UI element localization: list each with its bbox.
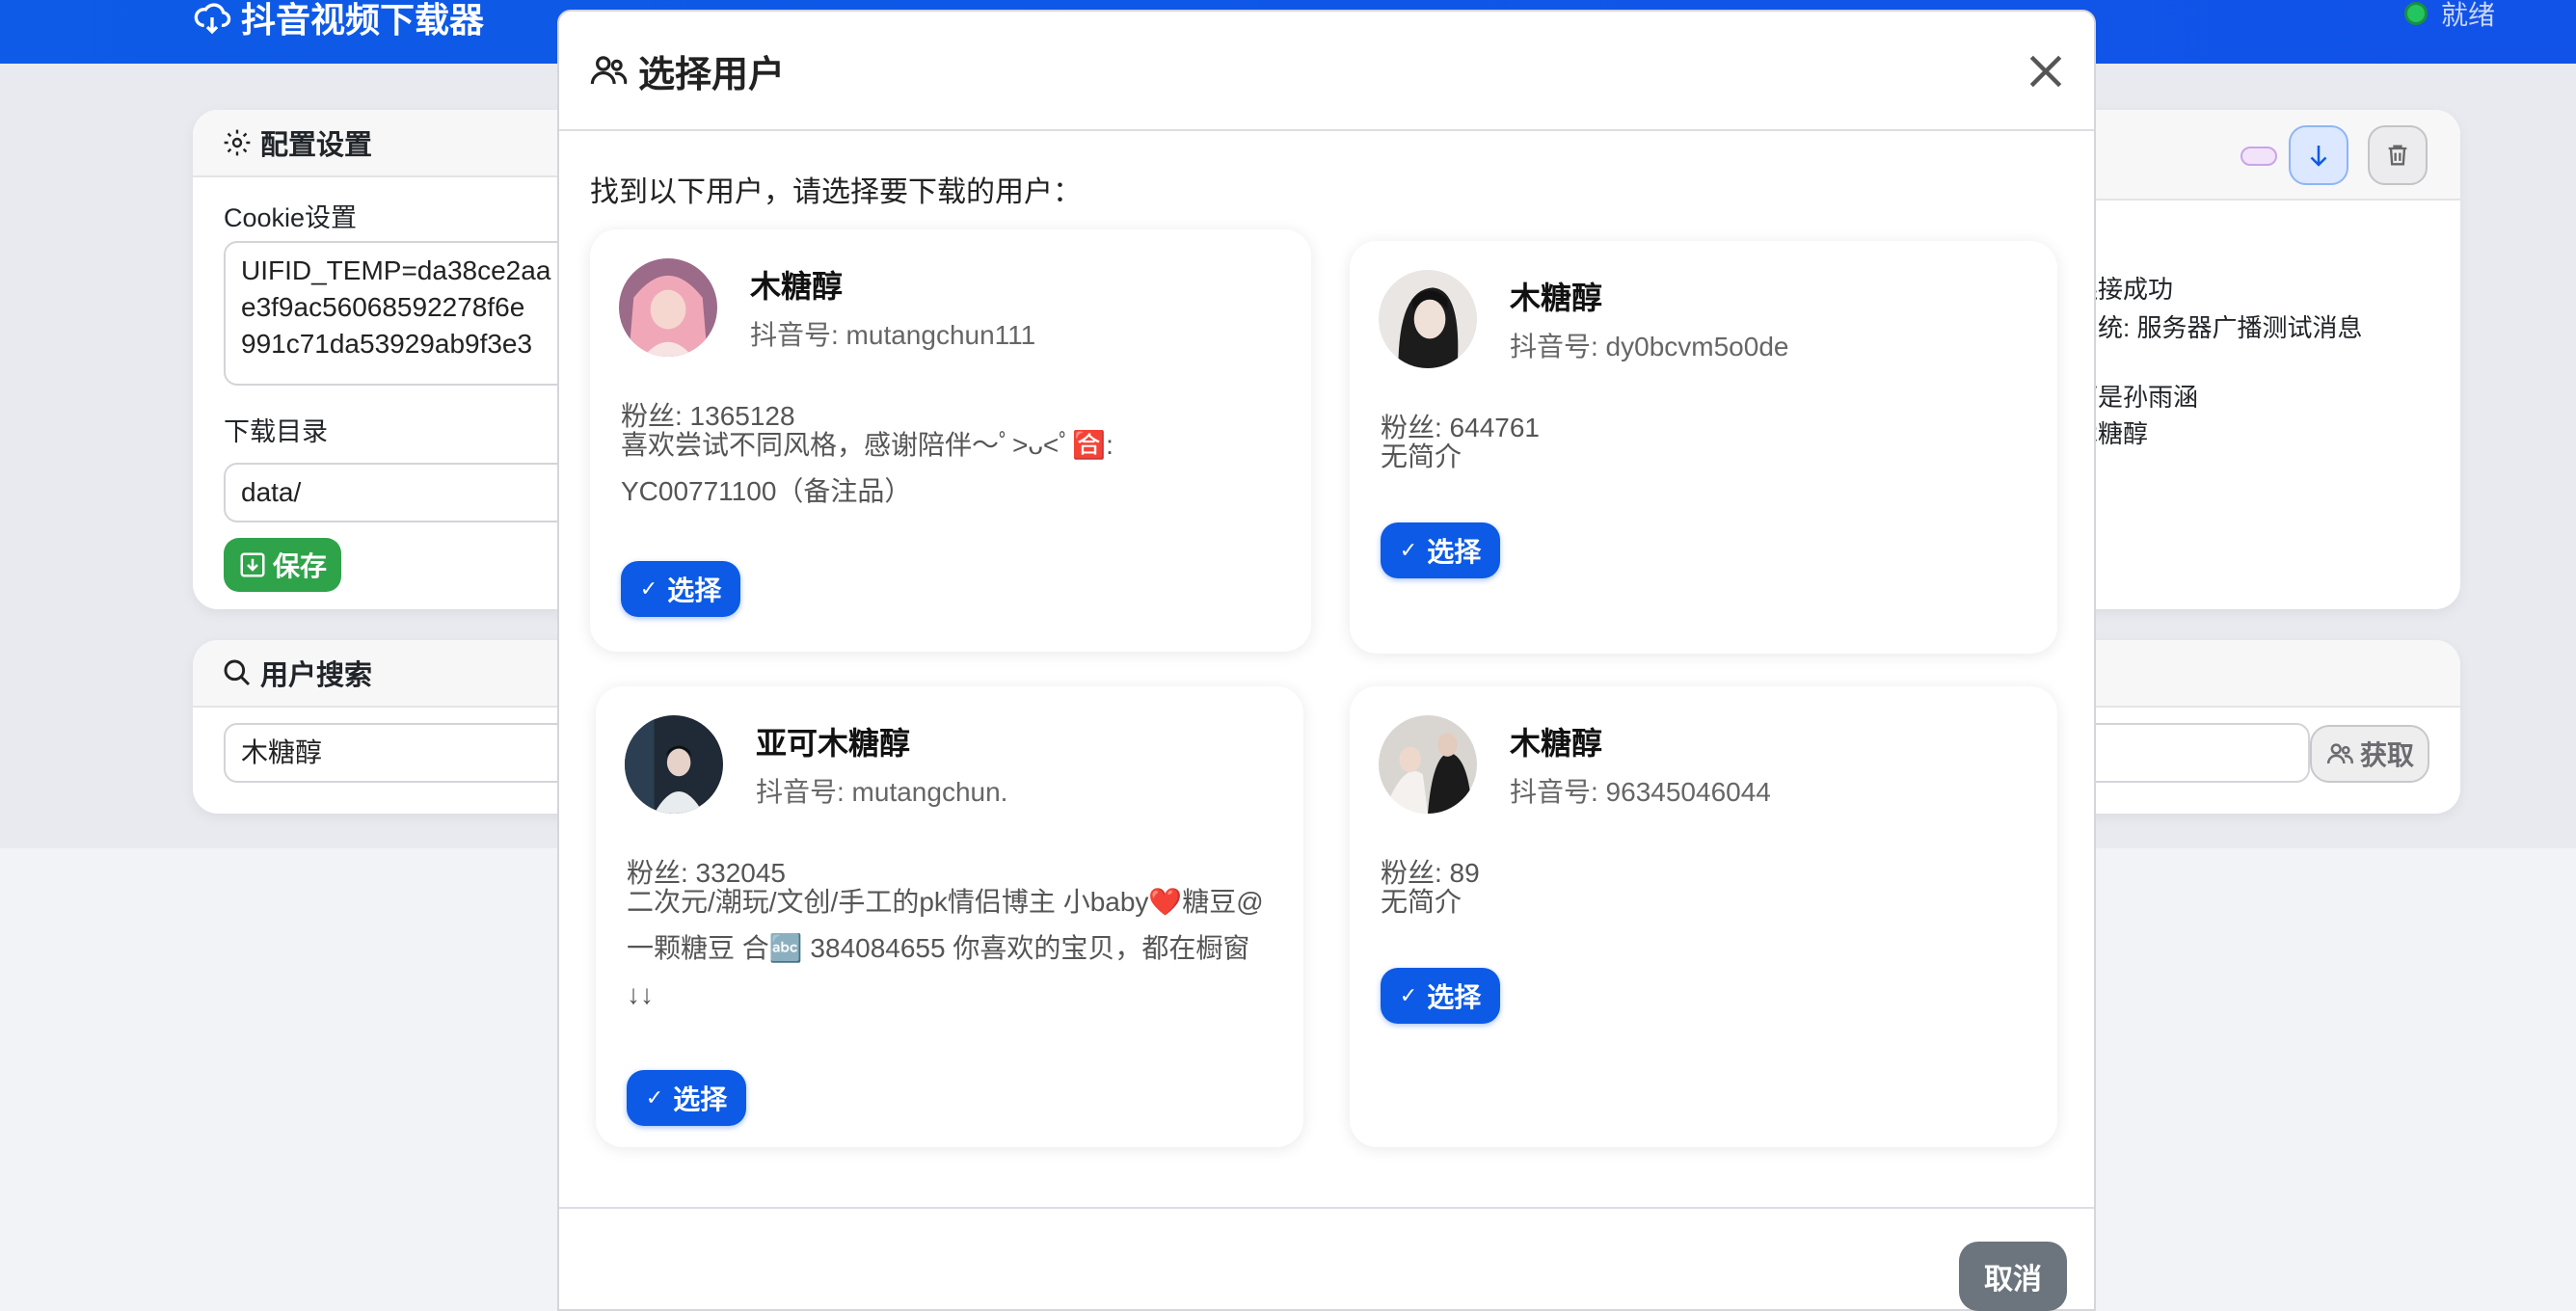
user-bio: 二次元/潮玩/文创/手工的pk情侣博主 小baby❤️糖豆@ 一颗糖豆 合🔤 3… xyxy=(627,887,1264,1009)
select-user-button[interactable]: ✓ 选择 xyxy=(1381,968,1500,1024)
select-button-label: 选择 xyxy=(1427,982,1482,1012)
check-icon: ✓ xyxy=(639,576,658,601)
user-name: 木糖醇 xyxy=(1510,281,1603,315)
user-douyin-id: 抖音号: mutangchun111 xyxy=(750,320,1036,350)
avatar xyxy=(625,715,723,814)
select-user-button[interactable]: ✓ 选择 xyxy=(627,1070,746,1126)
user-bio: 无简介 xyxy=(1381,441,1462,471)
cancel-button[interactable]: 取消 xyxy=(1959,1242,2067,1311)
select-user-modal: 选择用户 找到以下用户，请选择要下载的用户： 木糖醇 抖音号: mutangch… xyxy=(557,10,2096,1311)
user-name: 亚可木糖醇 xyxy=(756,726,911,761)
check-icon: ✓ xyxy=(645,1085,664,1110)
avatar xyxy=(1379,715,1477,814)
check-icon: ✓ xyxy=(1399,538,1418,562)
user-card: 木糖醇 抖音号: 96345046044 粉丝: 89 无简介 ✓ 选择 xyxy=(1350,686,2057,1147)
user-douyin-id: 抖音号: 96345046044 xyxy=(1510,777,1771,807)
select-user-button[interactable]: ✓ 选择 xyxy=(621,561,740,617)
user-card: 木糖醇 抖音号: dy0bcvm5o0de 粉丝: 644761 无简介 ✓ 选择 xyxy=(1350,241,2057,654)
user-name: 木糖醇 xyxy=(750,269,844,304)
user-douyin-id: 抖音号: dy0bcvm5o0de xyxy=(1510,332,1789,361)
modal-prompt: 找到以下用户，请选择要下载的用户： xyxy=(590,176,1082,208)
check-icon: ✓ xyxy=(1399,983,1418,1007)
user-name: 木糖醇 xyxy=(1510,726,1603,761)
select-button-label: 选择 xyxy=(667,575,722,605)
select-user-button[interactable]: ✓ 选择 xyxy=(1381,522,1500,578)
avatar xyxy=(1379,270,1477,368)
user-card: 亚可木糖醇 抖音号: mutangchun. 粉丝: 332045 二次元/潮玩… xyxy=(596,686,1303,1147)
users-icon xyxy=(590,56,628,85)
user-card: 木糖醇 抖音号: mutangchun111 粉丝: 1365128 喜欢尝试不… xyxy=(590,229,1311,652)
modal-title: 选择用户 xyxy=(638,54,786,95)
modal-footer-divider xyxy=(559,1207,2094,1209)
close-icon[interactable] xyxy=(2025,50,2067,93)
avatar xyxy=(619,258,717,357)
user-bio: 喜欢尝试不同风格，感谢陪伴～ﾟ˃ᴗ˂ﾟ🈴: YC00771100（备注品） xyxy=(621,430,1114,506)
user-bio: 无简介 xyxy=(1381,887,1462,917)
user-douyin-id: 抖音号: mutangchun. xyxy=(756,777,1008,807)
select-button-label: 选择 xyxy=(1427,537,1482,567)
modal-header: 选择用户 xyxy=(559,12,2094,131)
select-button-label: 选择 xyxy=(673,1084,728,1114)
